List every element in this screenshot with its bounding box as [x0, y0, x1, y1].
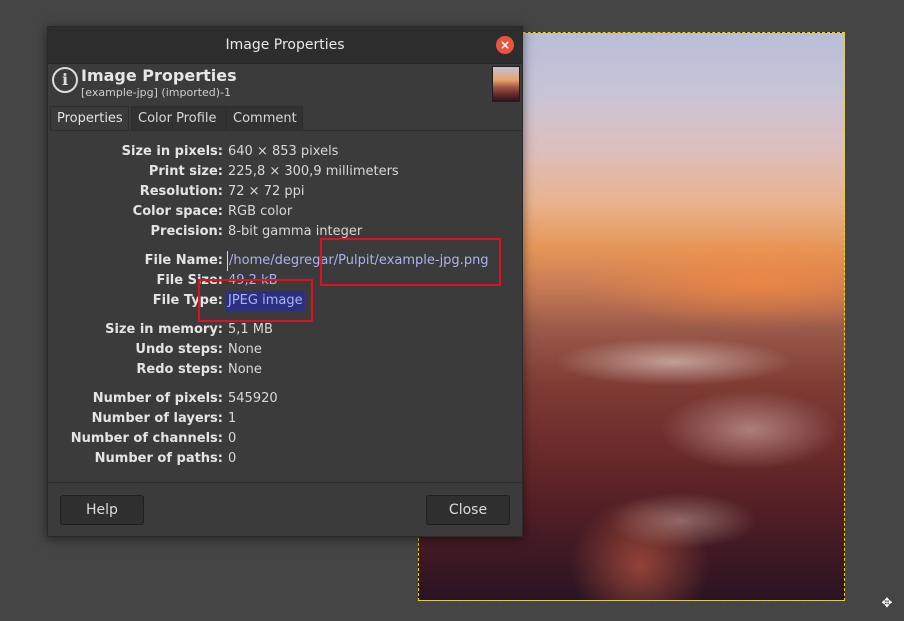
- undo-steps-value: None: [228, 342, 262, 357]
- info-icon: i: [52, 67, 78, 93]
- print-size-label: Print size:: [148, 164, 223, 179]
- resize-handle-icon[interactable]: ✥: [879, 596, 895, 612]
- number-of-paths-label: Number of paths:: [94, 451, 223, 466]
- file-name-highlight-box: [320, 238, 501, 286]
- tab-comment[interactable]: Comment: [226, 106, 303, 130]
- color-space-value: RGB color: [228, 204, 293, 219]
- redo-steps-label: Redo steps:: [136, 362, 223, 377]
- print-size-value: 225,8 × 300,9 millimeters: [228, 164, 399, 179]
- number-of-pixels-label: Number of pixels:: [92, 391, 223, 406]
- help-button[interactable]: Help: [60, 495, 144, 525]
- number-of-channels-value: 0: [228, 431, 237, 446]
- dialog-title: Image Properties: [225, 37, 345, 53]
- row-size-in-pixels: Size in pixels: 640 × 853 pixels: [48, 142, 524, 162]
- row-color-space: Color space: RGB color: [48, 202, 524, 222]
- undo-steps-label: Undo steps:: [135, 342, 223, 357]
- number-of-pixels-value: 545920: [228, 391, 278, 406]
- resolution-value: 72 × 72 ppi: [228, 184, 305, 199]
- close-icon[interactable]: ×: [496, 36, 514, 54]
- number-of-layers-value: 1: [228, 411, 237, 426]
- row-number-of-pixels: Number of pixels: 545920: [48, 389, 524, 409]
- dialog-header: i Image Properties [example-jpg] (import…: [48, 63, 522, 103]
- header-subtitle: [example-jpg] (imported)-1: [81, 86, 232, 99]
- precision-label: Precision:: [150, 224, 224, 239]
- row-redo-steps: Redo steps: None: [48, 360, 524, 380]
- number-of-channels-label: Number of channels:: [70, 431, 223, 446]
- tab-bar: Properties Color Profile Comment: [50, 106, 522, 131]
- color-space-label: Color space:: [132, 204, 223, 219]
- tab-color-profile[interactable]: Color Profile: [131, 106, 226, 130]
- image-thumbnail: [492, 66, 520, 102]
- redo-steps-value: None: [228, 362, 262, 377]
- row-resolution: Resolution: 72 × 72 ppi: [48, 182, 524, 202]
- file-type-highlight-box: [198, 279, 313, 322]
- resolution-label: Resolution:: [139, 184, 223, 199]
- size-in-pixels-value: 640 × 853 pixels: [228, 144, 339, 159]
- size-in-pixels-label: Size in pixels:: [121, 144, 223, 159]
- row-print-size: Print size: 225,8 × 300,9 millimeters: [48, 162, 524, 182]
- row-size-in-memory: Size in memory: 5,1 MB: [48, 320, 524, 340]
- dialog-titlebar[interactable]: Image Properties ×: [48, 27, 522, 64]
- number-of-paths-value: 0: [228, 451, 237, 466]
- file-name-label: File Name:: [144, 253, 223, 268]
- row-number-of-channels: Number of channels: 0: [48, 429, 524, 449]
- number-of-layers-label: Number of layers:: [91, 411, 223, 426]
- row-undo-steps: Undo steps: None: [48, 340, 524, 360]
- dialog-footer: Help Close: [48, 482, 522, 538]
- size-in-memory-label: Size in memory:: [105, 322, 223, 337]
- row-number-of-layers: Number of layers: 1: [48, 409, 524, 429]
- row-number-of-paths: Number of paths: 0: [48, 449, 524, 469]
- close-button[interactable]: Close: [426, 495, 510, 525]
- header-title: Image Properties: [81, 66, 237, 85]
- tab-properties[interactable]: Properties: [50, 106, 129, 130]
- size-in-memory-value: 5,1 MB: [228, 322, 273, 337]
